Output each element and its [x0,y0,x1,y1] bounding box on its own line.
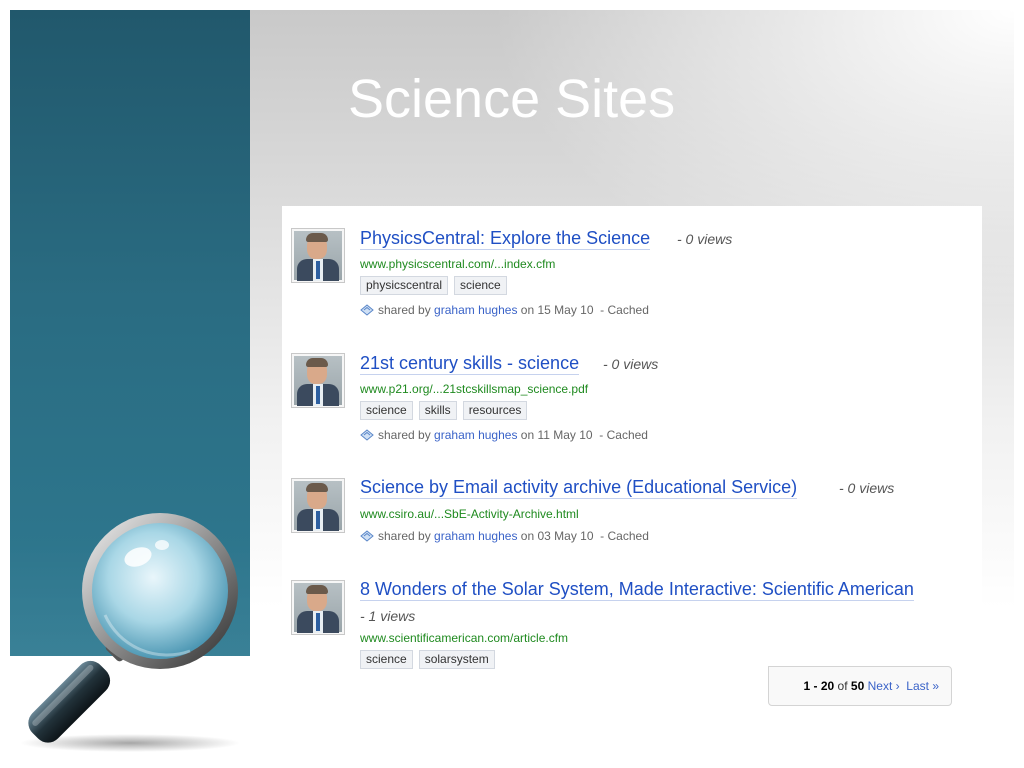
user-avatar[interactable] [291,353,345,408]
shared-date: on 15 May 10 [520,303,594,317]
tag[interactable]: science [360,401,413,420]
user-link[interactable]: graham hughes [434,303,517,317]
shared-date: on 11 May 10 [520,428,593,442]
page-range: 1 - 20 [803,679,835,693]
result-title-link[interactable]: 8 Wonders of the Solar System, Made Inte… [360,578,914,601]
tag-list: science skills resources [360,401,533,420]
result-title-link[interactable]: PhysicsCentral: Explore the Science [360,227,651,250]
shared-by-label: shared by [378,303,431,317]
shared-by-label: shared by [378,529,431,543]
tag[interactable]: resources [462,401,528,420]
pagination: 1 - 20 of 50 Next › Last » [768,666,952,706]
result-title-link[interactable]: 21st century skills - science [360,352,580,375]
result-url[interactable]: www.p21.org/...21stcskillsmap_science.pd… [360,382,588,396]
tag[interactable]: solarsystem [418,650,495,669]
share-info: shared by graham hughes on 15 May 10 - C… [360,303,649,317]
magnifying-glass-icon [20,513,240,752]
share-icon [360,530,374,542]
tag[interactable]: science [360,650,413,669]
pager-of: of [837,679,848,693]
user-link[interactable]: graham hughes [434,529,517,543]
view-count: - 0 views [603,356,659,372]
tag-list: science solarsystem [360,650,501,669]
tag-list: physicscentral science [360,276,513,295]
bookmark-results: PhysicsCentral: Explore the Science - 0 … [282,206,982,669]
view-count: - 0 views [839,480,895,496]
user-link[interactable]: graham hughes [434,428,517,442]
shared-by-label: shared by [378,428,431,442]
user-avatar[interactable] [291,228,345,283]
share-icon [360,429,374,441]
tag[interactable]: science [454,276,507,295]
slide-title: Science Sites [348,69,676,129]
result-url[interactable]: www.scientificamerican.com/article.cfm [360,631,568,645]
page-total: 50 [850,679,865,693]
view-count: - 0 views [677,231,733,247]
shared-date: on 03 May 10 [520,529,594,543]
next-page-link[interactable]: Next › [868,679,900,693]
last-page-link[interactable]: Last » [906,679,939,693]
result-title-link[interactable]: Science by Email activity archive (Educa… [360,476,798,499]
view-count: - 1 views [360,608,416,624]
result-url[interactable]: www.csiro.au/...SbE-Activity-Archive.htm… [360,507,579,521]
user-avatar[interactable] [291,478,345,533]
tag[interactable]: physicscentral [360,276,449,295]
slide: Science Sites PhysicsCentral: Explore th… [10,10,1014,758]
share-info: shared by graham hughes on 03 May 10 - C… [360,529,649,543]
share-icon [360,304,374,316]
user-avatar[interactable] [291,580,345,635]
share-info: shared by graham hughes on 11 May 10 - C… [360,428,648,442]
cached-link[interactable]: - Cached [599,428,648,442]
cached-link[interactable]: - Cached [600,529,649,543]
result-url[interactable]: www.physicscentral.com/...index.cfm [360,257,555,271]
tag[interactable]: skills [418,401,457,420]
cached-link[interactable]: - Cached [600,303,649,317]
